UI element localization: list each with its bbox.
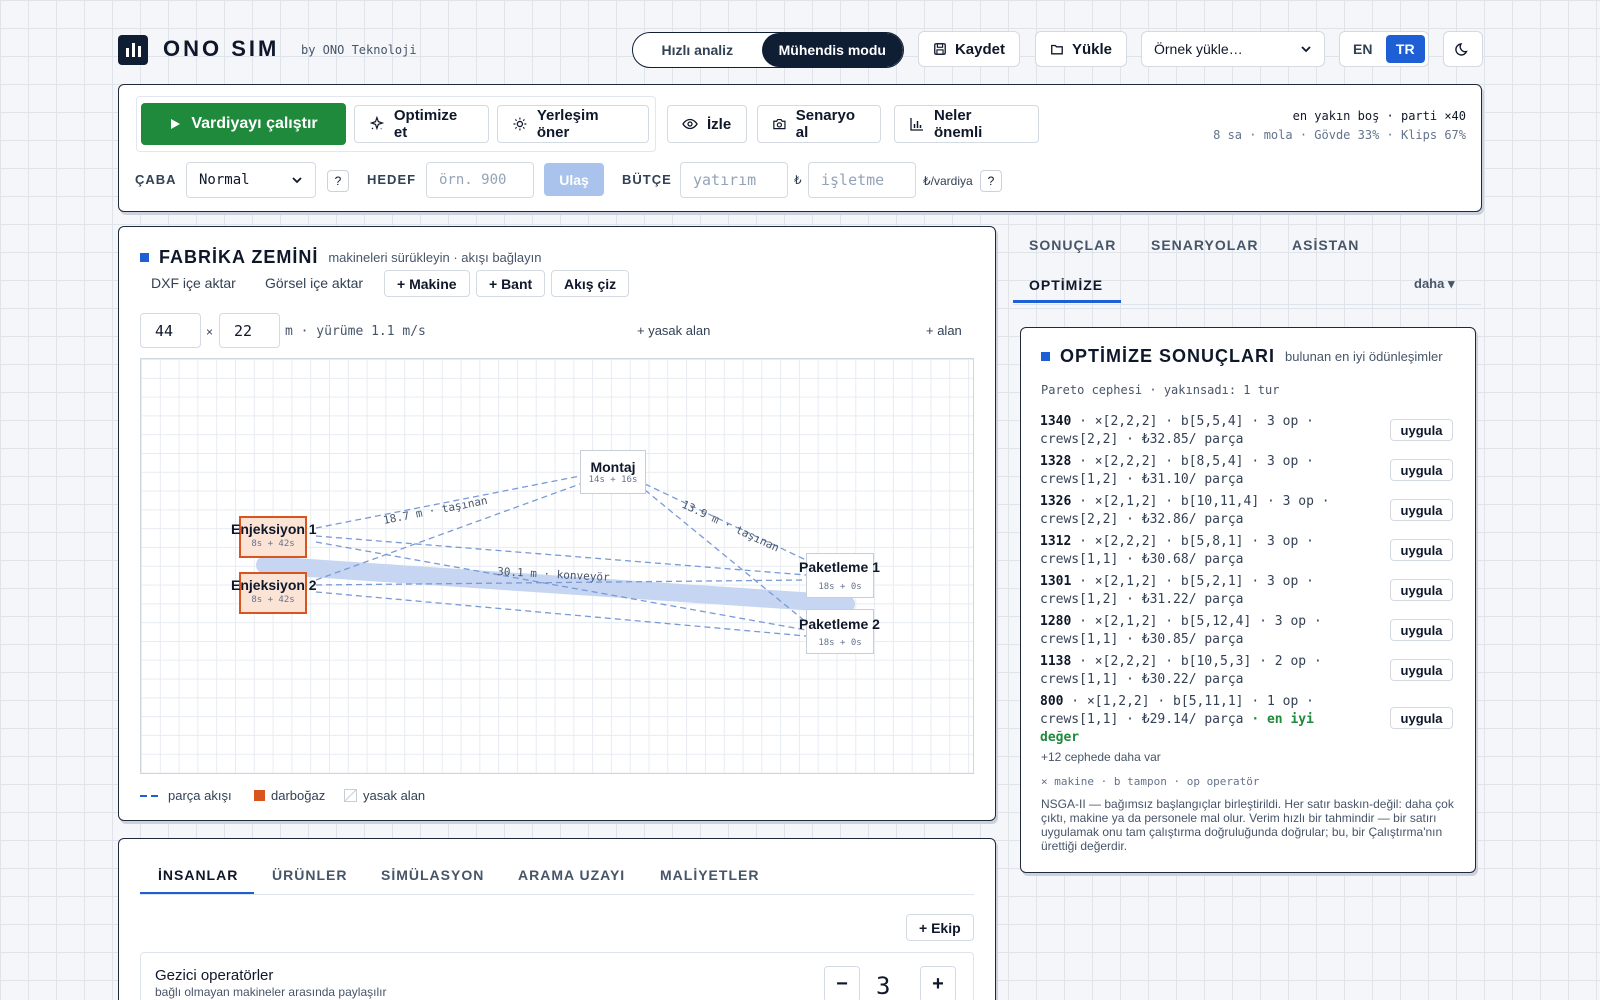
machine-name: Paketleme 2 [799,616,880,632]
machine-times: 8s + 42s [251,595,295,605]
flow-lines [315,475,807,637]
apply-button[interactable]: uygula [1390,419,1453,441]
row-detail: · ×[2,2,2] · b[10,5,3] · 2 op · [1071,654,1322,669]
active-tab-indicator [1013,300,1121,303]
apply-button[interactable]: uygula [1390,499,1453,521]
machine-node-montaj[interactable]: Montaj 14s + 16s [580,450,646,494]
pareto-row: 1340 · ×[2,2,2] · b[5,5,4] · 3 op · crews… [1040,413,1350,449]
apply-button[interactable]: uygula [1390,579,1453,601]
tab-scenarios[interactable]: SENARYOLAR [1151,237,1259,253]
legend-bottleneck-label: darboğaz [271,788,326,803]
throughput-value: 1340 [1040,414,1072,429]
pareto-row: 1326 · ×[2,1,2] · b[10,11,4] · 3 op · cre… [1040,493,1350,529]
tab-people[interactable]: İNSANLAR [158,867,238,883]
legend-flow: parça akışı [140,788,232,803]
add-crew-button[interactable]: + Ekip [906,914,974,941]
row-detail: crews[2,2] · ₺32.85/ parça [1040,432,1244,447]
throughput-value: 1312 [1040,534,1072,549]
apply-button[interactable]: uygula [1390,707,1453,729]
machine-times: 18s + 0s [818,582,862,592]
machine-name: Enjeksiyon 1 [231,521,317,537]
pareto-row: 1312 · ×[2,2,2] · b[5,8,1] · 3 op · crews… [1040,533,1350,569]
throughput-value: 800 [1040,694,1064,709]
legend-forbidden: yasak alan [344,788,425,803]
throughput-value: 1326 [1040,494,1072,509]
throughput-value: 1138 [1040,654,1072,669]
row-detail: crews[1,1] · ₺30.85/ parça [1040,632,1244,647]
algorithm-note: NSGA-II — bağımsız başlangıçlar birleşti… [1041,797,1454,853]
row-detail: · ×[2,2,2] · b[5,5,4] · 3 op · [1071,414,1314,429]
apply-button[interactable]: uygula [1390,659,1453,681]
row-detail: crews[1,1] · ₺30.68/ parça [1040,552,1244,567]
row-detail: · ×[2,2,2] · b[8,5,4] · 3 op · [1071,454,1314,469]
optimize-header: OPTİMİZE SONUÇLARI bulunan en iyi ödünle… [1041,346,1443,367]
machine-times: 8s + 42s [251,539,295,549]
apply-button[interactable]: uygula [1390,619,1453,641]
roving-title: Gezici operatörler [155,967,274,984]
roving-subtitle: bağlı olmayan makineler arasında paylaşı… [155,985,387,999]
row-detail: crews[2,2] · ₺32.86/ parça [1040,512,1244,527]
optimize-subtitle: bulunan en iyi ödünleşimler [1285,349,1443,364]
more-front-text: +12 cephede daha var [1041,750,1161,764]
tab-assistant[interactable]: ASİSTAN [1292,237,1359,253]
row-detail: crews[1,2] · ₺31.22/ parça [1040,592,1244,607]
decrement-button[interactable]: − [824,966,860,1000]
tab-costs[interactable]: MALİYETLER [660,867,759,883]
tab-divider [1013,304,1481,305]
pareto-row: 1328 · ×[2,2,2] · b[8,5,4] · 3 op · crews… [1040,453,1350,489]
legend-bottleneck: darboğaz [254,788,325,803]
tab-results[interactable]: SONUÇLAR [1029,237,1116,253]
machine-name: Paketleme 1 [799,559,880,575]
machine-times: 14s + 16s [588,475,638,485]
apply-button[interactable]: uygula [1390,539,1453,561]
best-value-tag: değer [1040,730,1080,745]
legend-key: × makine · b tampon · op operatör [1041,775,1260,788]
row-detail: crews[1,1] · ₺29.14/ parça [1040,712,1244,727]
tab-divider [140,894,974,895]
optimize-title: OPTİMİZE SONUÇLARI [1060,346,1275,366]
increment-button[interactable]: + [920,966,956,1000]
tab-simulation[interactable]: SİMÜLASYON [381,867,484,883]
row-detail: · ×[2,1,2] · b[5,12,4] · 3 op · [1071,614,1322,629]
best-value-tag: · en iyi [1251,712,1314,727]
edge-label: 13.9 m · taşınan [680,498,782,555]
tab-products[interactable]: ÜRÜNLER [272,867,347,883]
edge-label: 18.7 m · taşınan [382,494,489,527]
hatched-swatch-icon [344,789,357,802]
dashed-line-icon [140,794,162,797]
machine-name: Montaj [590,459,636,475]
row-detail: · ×[2,2,2] · b[5,8,1] · 3 op · [1071,534,1314,549]
pareto-status: Pareto cephesi · yakınsadı: 1 tur [1041,383,1280,397]
tab-search-space[interactable]: ARAMA UZAYI [518,867,625,883]
throughput-value: 1301 [1040,574,1072,589]
row-detail: · ×[1,2,2] · b[5,11,1] · 1 op · [1063,694,1314,709]
machine-times: 18s + 0s [818,638,862,648]
row-detail: crews[1,2] · ₺31.10/ parça [1040,472,1244,487]
throughput-value: 1280 [1040,614,1072,629]
apply-button[interactable]: uygula [1390,459,1453,481]
tab-optimize[interactable]: OPTİMİZE [1029,277,1103,293]
pareto-row: 1138 · ×[2,2,2] · b[10,5,3] · 2 op · crew… [1040,653,1350,689]
pareto-row: 1280 · ×[2,1,2] · b[5,12,4] · 3 op · crew… [1040,613,1350,649]
legend-forbidden-label: yasak alan [363,788,426,803]
throughput-value: 1328 [1040,454,1072,469]
bottleneck-swatch-icon [254,790,265,801]
machine-name: Enjeksiyon 2 [231,577,317,593]
row-detail: · ×[2,1,2] · b[5,2,1] · 3 op · [1071,574,1314,589]
pareto-row: 1301 · ×[2,1,2] · b[5,2,1] · 3 op · crews… [1040,573,1350,609]
operator-count: 3 [876,972,891,1000]
section-marker-icon [1041,352,1050,361]
legend-flow-label: parça akışı [168,788,232,803]
pareto-row-best: 800 · ×[1,2,2] · b[5,11,1] · 1 op · crews… [1040,693,1350,747]
row-detail: · ×[2,1,2] · b[10,11,4] · 3 op · [1071,494,1330,509]
more-tabs-button[interactable]: daha ▾ [1414,276,1454,292]
row-detail: crews[1,1] · ₺30.22/ parça [1040,672,1244,687]
